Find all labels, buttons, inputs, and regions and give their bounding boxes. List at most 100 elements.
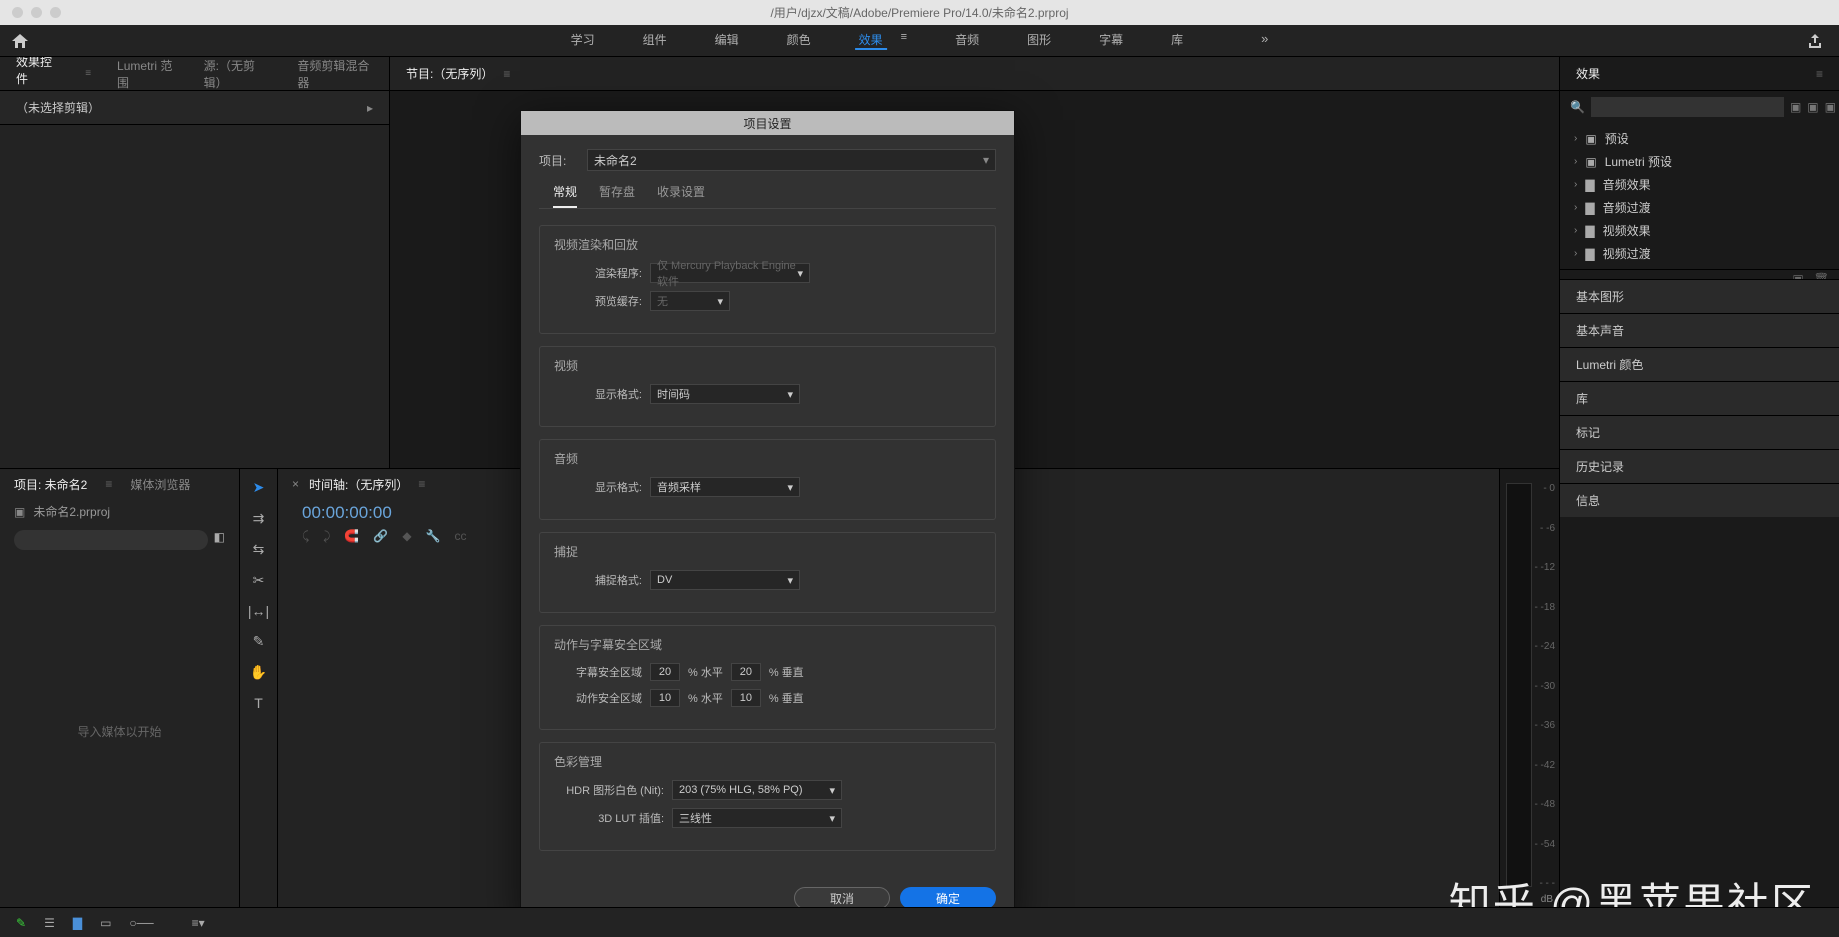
razor-tool-icon[interactable]: ✂ [253, 572, 265, 589]
video-format-label: 显示格式: [554, 386, 642, 402]
panel-essential-graphics[interactable]: 基本图形 [1560, 279, 1839, 313]
type-tool-icon[interactable]: T [254, 695, 263, 711]
close-dot[interactable] [12, 7, 23, 18]
cancel-button[interactable]: 取消 [794, 887, 890, 909]
tree-video-effects[interactable]: ›▇视频效果 [1560, 219, 1839, 242]
ws-effects-menu-icon[interactable]: ≡ [897, 31, 911, 50]
ws-assembly[interactable]: 组件 [639, 31, 671, 50]
tab-general[interactable]: 常规 [553, 183, 577, 208]
tab-audio-clip-mixer[interactable]: 音频剪辑混合器 [297, 57, 373, 91]
panel-history[interactable]: 历史记录 [1560, 449, 1839, 483]
overwrite-icon[interactable]: ⤸ [323, 529, 330, 544]
tab-scratch[interactable]: 暂存盘 [599, 183, 635, 208]
selection-tool-icon[interactable]: ➤ [253, 479, 265, 496]
panel-info[interactable]: 信息 [1560, 483, 1839, 517]
fx-badge2-icon[interactable]: ▣ [1807, 100, 1818, 114]
tab-source[interactable]: 源:（无剪辑） [204, 57, 272, 91]
tab-ingest[interactable]: 收录设置 [657, 183, 705, 208]
tree-lumetri-presets[interactable]: ›▣Lumetri 预设 [1560, 150, 1839, 173]
title-safe-v-input[interactable] [731, 663, 761, 681]
trash-icon[interactable]: 🗑 [1814, 272, 1829, 277]
marker-add-icon[interactable]: ◆ [402, 529, 411, 544]
icon-view-icon[interactable]: ▇ [73, 916, 82, 930]
list-view-icon[interactable]: ☰ [44, 916, 55, 930]
ec-play-icon[interactable]: ▸ [367, 101, 373, 115]
capture-section-title: 捕捉 [554, 543, 981, 560]
project-select[interactable]: 未命名2▾ [587, 149, 996, 171]
project-body[interactable]: 导入媒体以开始 [0, 556, 239, 907]
action-safe-h-input[interactable] [650, 689, 680, 707]
tree-audio-effects[interactable]: ›▇音频效果 [1560, 173, 1839, 196]
insert-icon[interactable]: ⤹ [302, 529, 309, 544]
program-menu-icon[interactable]: ≡ [503, 67, 510, 81]
write-icon[interactable]: ✎ [16, 916, 26, 930]
ws-color[interactable]: 颜色 [783, 31, 815, 50]
tree-audio-transitions[interactable]: ›▇音频过渡 [1560, 196, 1839, 219]
tab-timeline[interactable]: 时间轴:（无序列） [309, 476, 408, 493]
new-bin-icon[interactable]: ▣ [1792, 272, 1803, 277]
tab-media-browser[interactable]: 媒体浏览器 [130, 476, 190, 493]
freeform-icon[interactable]: ▭ [100, 916, 111, 930]
tab-effect-controls[interactable]: 效果控件 [16, 53, 59, 95]
panel-essential-sound[interactable]: 基本声音 [1560, 313, 1839, 347]
share-icon[interactable] [1807, 33, 1823, 49]
preview-cache-select[interactable]: 无▾ [650, 291, 730, 311]
ok-button[interactable]: 确定 [900, 887, 996, 909]
lut-select[interactable]: 三线性▾ [672, 808, 842, 828]
ws-captions[interactable]: 字幕 [1095, 31, 1127, 50]
audio-format-select[interactable]: 音频采样▾ [650, 477, 800, 497]
slip-tool-icon[interactable]: |↔| [248, 603, 269, 619]
filter-icon[interactable]: ◧ [214, 530, 225, 550]
tab-project[interactable]: 项目: 未命名2 [14, 476, 87, 493]
home-button[interactable] [0, 33, 40, 49]
effects-search-input[interactable] [1591, 97, 1784, 117]
panel-markers[interactable]: 标记 [1560, 415, 1839, 449]
capture-format-select[interactable]: DV▾ [650, 570, 800, 590]
action-safe-v-input[interactable] [731, 689, 761, 707]
snap-icon[interactable]: 🧲 [344, 529, 359, 544]
title-safe-h-input[interactable] [650, 663, 680, 681]
panel-libraries[interactable]: 库 [1560, 381, 1839, 415]
effects-panel-header: 效果 ≡ [1560, 57, 1839, 91]
panel-lumetri-color[interactable]: Lumetri 颜色 [1560, 347, 1839, 381]
ripple-tool-icon[interactable]: ⇆ [253, 541, 265, 558]
tree-presets[interactable]: ›▣预设 [1560, 127, 1839, 150]
fx-badge1-icon[interactable]: ▣ [1790, 100, 1801, 114]
linked-icon[interactable]: 🔗 [373, 529, 388, 544]
effects-menu-icon[interactable]: ≡ [1816, 67, 1823, 81]
audio-format-label: 显示格式: [554, 479, 642, 495]
ws-edit[interactable]: 编辑 [711, 31, 743, 50]
hand-tool-icon[interactable]: ✋ [250, 664, 267, 681]
ws-libraries[interactable]: 库 [1167, 31, 1187, 50]
window-controls[interactable] [0, 7, 61, 18]
section-audio: 音频 显示格式: 音频采样▾ [539, 439, 996, 520]
max-dot[interactable] [50, 7, 61, 18]
tree-video-transitions[interactable]: ›▇视频过渡 [1560, 242, 1839, 265]
section-safe: 动作与字幕安全区域 字幕安全区域 % 水平 % 垂直 动作安全区域 % 水平 %… [539, 625, 996, 730]
video-section-title: 视频 [554, 357, 981, 374]
bin-icon: ▣ [14, 505, 25, 519]
settings-icon[interactable]: 🔧 [426, 529, 441, 544]
sort-icon[interactable]: ≡▾ [192, 916, 205, 930]
cc-icon[interactable]: cc [455, 529, 467, 544]
ws-effects[interactable]: 效果 [855, 31, 887, 50]
project-menu-icon[interactable]: ≡ [105, 477, 112, 491]
ws-audio[interactable]: 音频 [951, 31, 983, 50]
project-search-input[interactable] [14, 530, 208, 550]
hdr-select[interactable]: 203 (75% HLG, 58% PQ)▾ [672, 780, 842, 800]
fx-badge3-icon[interactable]: ▣ [1825, 100, 1836, 114]
ws-graphics[interactable]: 图形 [1023, 31, 1055, 50]
timeline-menu-icon[interactable]: ≡ [418, 477, 425, 491]
zoom-slider-icon[interactable]: ○── [129, 916, 153, 930]
tab-program[interactable]: 节目:（无序列） [406, 65, 493, 82]
effects-title[interactable]: 效果 [1576, 65, 1600, 82]
renderer-select[interactable]: 仅 Mercury Playback Engine 软件▾ [650, 263, 810, 283]
video-format-select[interactable]: 时间码▾ [650, 384, 800, 404]
min-dot[interactable] [31, 7, 42, 18]
ws-overflow-icon[interactable]: » [1257, 31, 1272, 50]
ws-learn[interactable]: 学习 [567, 31, 599, 50]
pen-tool-icon[interactable]: ✎ [253, 633, 265, 650]
track-select-tool-icon[interactable]: ⇉ [253, 510, 265, 527]
tab-lumetri-scopes[interactable]: Lumetri 范围 [117, 57, 178, 91]
panel-menu-icon[interactable]: ≡ [85, 68, 91, 79]
